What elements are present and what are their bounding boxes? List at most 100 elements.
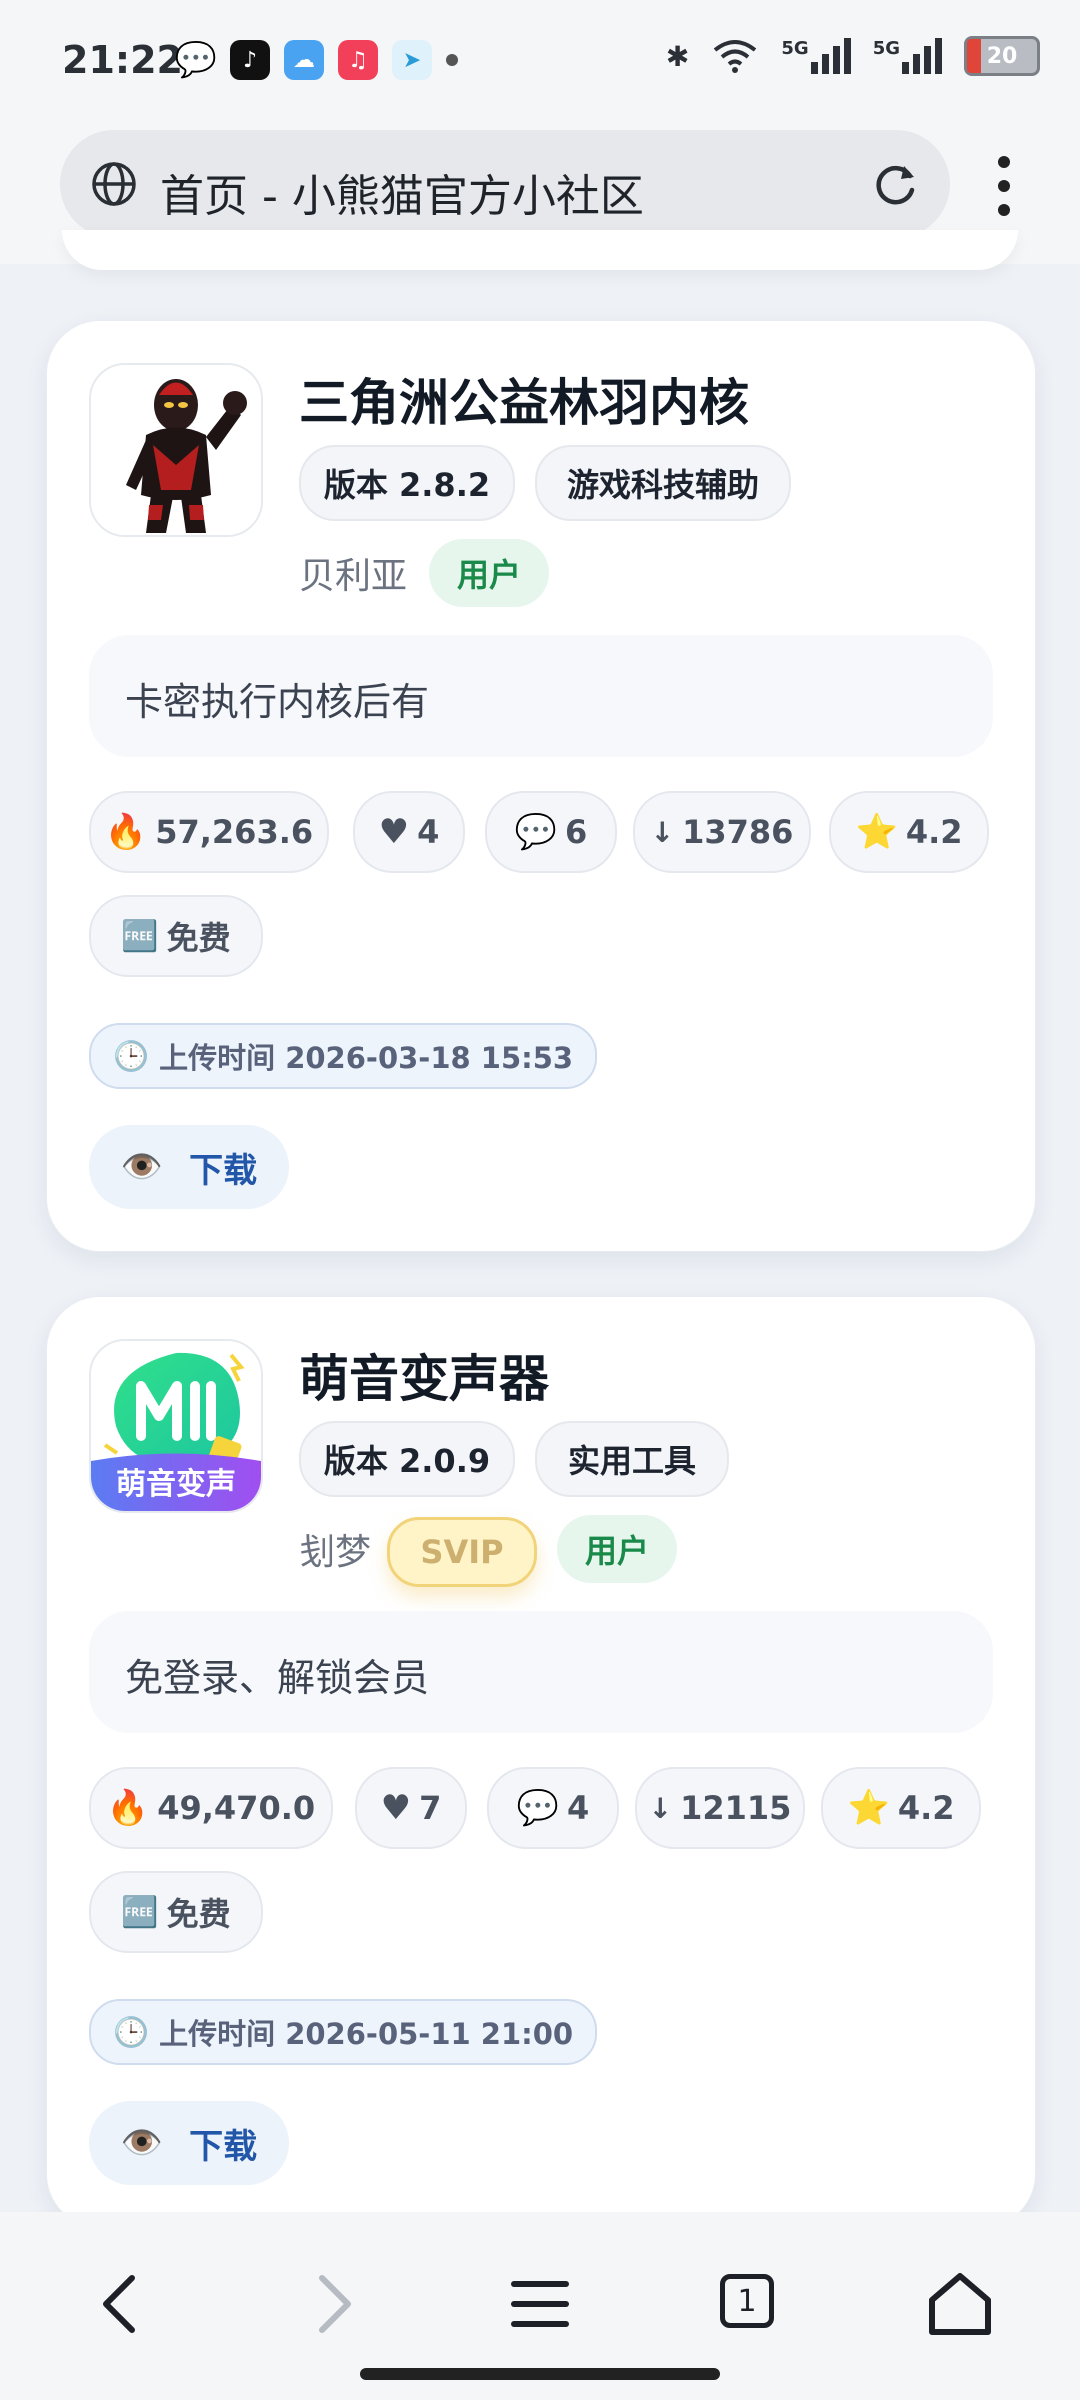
page-title: 首页 - 小熊猫官方小社区 — [160, 171, 644, 222]
app-icon[interactable] — [89, 363, 263, 537]
clock-icon: 🕒 — [113, 1038, 150, 1073]
more-menu-icon[interactable] — [994, 156, 1014, 216]
address-bar[interactable]: 首页 - 小熊猫官方小社区 — [60, 130, 950, 238]
comment-icon: 💬 — [516, 1788, 560, 1828]
comments-value: 4 — [567, 1789, 590, 1827]
price-value: 免费 — [166, 1895, 231, 1933]
comments-value: 6 — [565, 813, 588, 851]
upload-time-badge: 🕒 上传时间 2026-03-18 15:53 — [89, 1023, 598, 1089]
tab-count: 1 — [737, 2283, 757, 2319]
gesture-home-bar[interactable] — [360, 2368, 720, 2380]
more-notifications-dot — [446, 54, 458, 66]
fire-icon: 🔥 — [104, 812, 148, 852]
music-icon: ♫ — [338, 40, 378, 80]
previous-card-edge — [62, 230, 1018, 270]
category-chip[interactable]: 实用工具 — [535, 1421, 729, 1497]
eye-icon: 👁️ — [120, 2123, 164, 2163]
notification-icons: 💬 ♪ ☁ ♫ ➤ — [174, 40, 458, 80]
clock-icon: 🕒 — [113, 2014, 150, 2049]
status-bar: 21:22 💬 ♪ ☁ ♫ ➤ ✱ 5G 5G 20 — [0, 0, 1080, 124]
free-icon: 🆓 — [121, 1894, 159, 1930]
reload-icon[interactable] — [870, 160, 920, 210]
rating-value: 4.2 — [897, 1789, 955, 1827]
weather-icon: ☁ — [284, 40, 324, 80]
status-time: 21:22 — [62, 38, 183, 82]
rating-value: 4.2 — [905, 813, 963, 851]
heat-stat: 🔥 57,263.6 — [89, 791, 329, 873]
app-icon[interactable]: 萌音变声 — [89, 1339, 263, 1513]
network-type-1: 5G — [781, 38, 809, 59]
heat-value: 57,263.6 — [155, 813, 314, 851]
comment-icon: 💬 — [514, 812, 558, 852]
system-indicators: ✱ 5G 5G 20 — [666, 36, 1040, 76]
comment-button[interactable]: 💬 6 — [485, 791, 617, 873]
forward-icon[interactable] — [292, 2264, 372, 2344]
menu-icon[interactable] — [500, 2264, 580, 2344]
heat-stat: 🔥 49,470.0 — [89, 1767, 333, 1849]
tiktok-icon: ♪ — [230, 40, 270, 80]
downloads-value: 13786 — [682, 813, 794, 851]
like-button[interactable]: ♥ 4 — [353, 791, 465, 873]
category-chip[interactable]: 游戏科技辅助 — [535, 445, 791, 521]
price-stat: 🆓 免费 — [89, 895, 263, 977]
upload-time: 上传时间 2026-03-18 15:53 — [159, 1041, 574, 1075]
tabs-icon: 1 — [720, 2274, 774, 2328]
rating-stat: ⭐ 4.2 — [829, 791, 989, 873]
wechat-icon: 💬 — [174, 40, 218, 80]
downloads-stat: ↓ 13786 — [633, 791, 811, 873]
battery-level: 20 — [986, 43, 1018, 69]
wifi-icon — [714, 40, 757, 73]
like-button[interactable]: ♥ 7 — [355, 1767, 467, 1849]
description-box: 卡密执行内核后有 — [89, 635, 993, 757]
bluetooth-icon: ✱ — [665, 39, 690, 73]
download-label: 下载 — [189, 2126, 258, 2167]
free-icon: 🆓 — [121, 918, 159, 954]
downloads-stat: ↓ 12115 — [635, 1767, 805, 1849]
heat-value: 49,470.0 — [157, 1789, 316, 1827]
likes-value: 4 — [417, 813, 440, 851]
author-name[interactable]: 贝利亚 — [299, 547, 407, 599]
home-icon[interactable] — [920, 2264, 1000, 2344]
app-card: 三角洲公益林羽内核 版本 2.8.2 游戏科技辅助 贝利亚 用户 卡密执行内核后… — [46, 320, 1036, 1252]
version-chip: 版本 2.8.2 — [299, 445, 515, 521]
battery-icon: 20 — [964, 36, 1040, 76]
upload-time: 上传时间 2026-05-11 21:00 — [159, 2017, 574, 2051]
role-badge-user: 用户 — [429, 539, 549, 607]
author-name[interactable]: 刬梦 — [299, 1523, 371, 1575]
comment-button[interactable]: 💬 4 — [487, 1767, 619, 1849]
signal-bars-1 — [810, 38, 851, 74]
download-arrow-icon: ↓ — [648, 1791, 673, 1825]
download-button[interactable]: 👁️ 下载 — [89, 2101, 289, 2185]
eye-icon: 👁️ — [120, 1147, 164, 1187]
price-value: 免费 — [166, 919, 231, 957]
heart-icon: ♥ — [378, 812, 410, 852]
description-text: 免登录、解锁会员 — [125, 1656, 430, 1700]
role-badge-user: 用户 — [557, 1515, 677, 1583]
fire-icon: 🔥 — [106, 1788, 150, 1828]
download-button[interactable]: 👁️ 下载 — [89, 1125, 289, 1209]
role-badge-svip: SVIP — [387, 1517, 537, 1587]
network-type-2: 5G — [872, 38, 900, 59]
app-card: 萌音变声 萌音变声器 版本 2.0.9 实用工具 刬梦 SVIP 用户 免登录、… — [46, 1296, 1036, 2228]
star-icon: ⭐ — [855, 812, 898, 852]
heart-icon: ♥ — [380, 1788, 412, 1828]
likes-value: 7 — [419, 1789, 442, 1827]
signal-1: 5G — [781, 38, 851, 74]
globe-icon — [92, 162, 136, 206]
download-arrow-icon: ↓ — [650, 815, 675, 849]
telegram-icon: ➤ — [392, 40, 432, 80]
version-chip: 版本 2.0.9 — [299, 1421, 515, 1497]
app-title[interactable]: 萌音变声器 — [299, 1339, 549, 1411]
downloads-value: 12115 — [680, 1789, 792, 1827]
price-stat: 🆓 免费 — [89, 1871, 263, 1953]
tabs-button[interactable]: 1 — [710, 2264, 790, 2344]
description-box: 免登录、解锁会员 — [89, 1611, 993, 1733]
back-icon[interactable] — [82, 2264, 162, 2344]
description-text: 卡密执行内核后有 — [125, 680, 430, 724]
download-label: 下载 — [189, 1150, 258, 1191]
hero-figure-icon — [91, 365, 261, 535]
rating-stat: ⭐ 4.2 — [821, 1767, 981, 1849]
star-icon: ⭐ — [847, 1788, 890, 1828]
app-title[interactable]: 三角洲公益林羽内核 — [299, 363, 749, 435]
icon-caption: 萌音变声 — [116, 1467, 236, 1502]
